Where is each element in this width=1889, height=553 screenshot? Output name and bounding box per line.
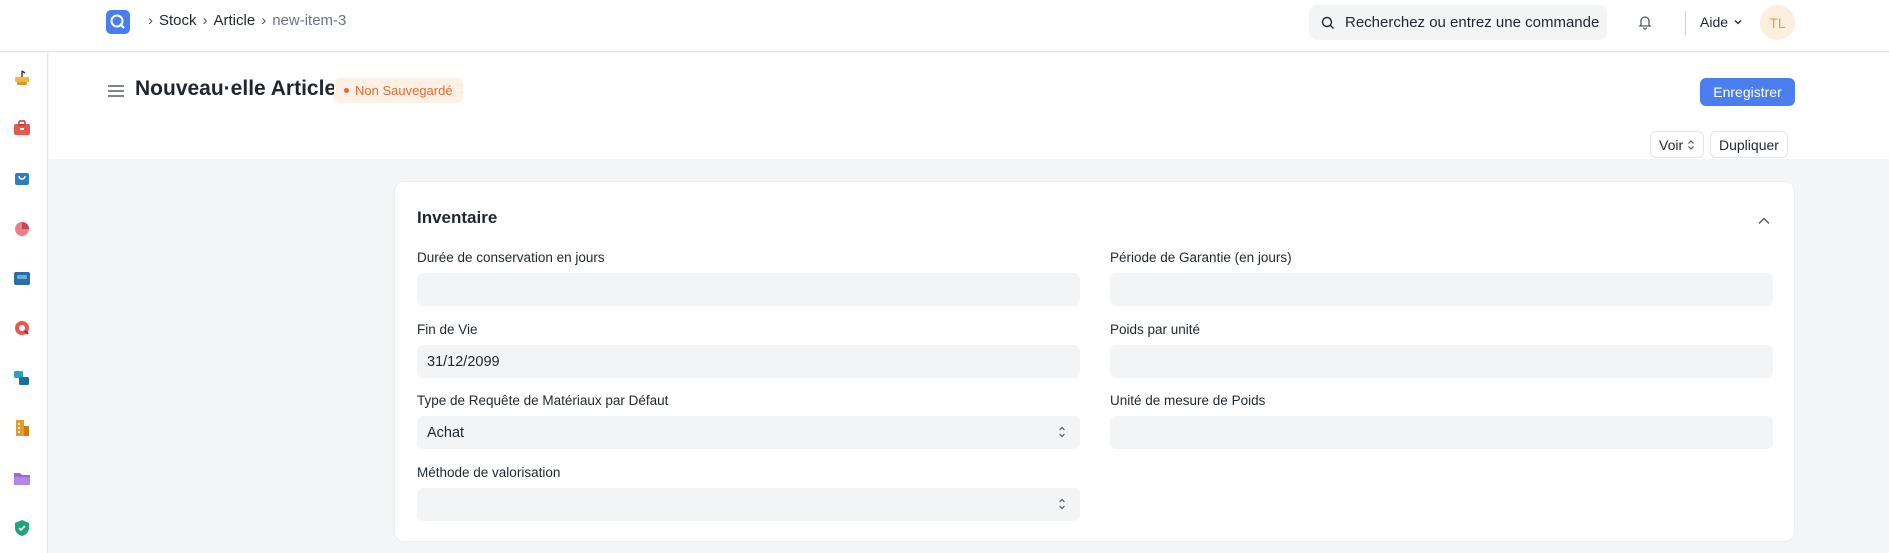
- shelf-life-label: Durée de conservation en jours: [417, 250, 605, 265]
- chevron-down-icon: [1734, 20, 1742, 25]
- building-icon[interactable]: [12, 418, 32, 438]
- menu-toggle-icon[interactable]: [108, 84, 124, 103]
- shopping-bag-icon[interactable]: [12, 168, 32, 188]
- breadcrumb-article[interactable]: Article: [214, 12, 256, 29]
- chevron-right-icon: ›: [261, 12, 267, 29]
- warranty-label: Période de Garantie (en jours): [1110, 250, 1292, 265]
- sidebar: [0, 53, 48, 553]
- view-button[interactable]: Voir: [1650, 131, 1705, 158]
- shelf-life-field[interactable]: [417, 273, 1080, 306]
- breadcrumb-stock[interactable]: Stock: [159, 12, 197, 29]
- top-navbar: › Stock › Article › new-item-3 Recherche…: [0, 0, 1889, 52]
- material-request-type-value: Achat: [427, 424, 465, 441]
- support-icon[interactable]: [12, 318, 32, 338]
- page-header: Nouveau·elle Article Non Sauvegardé Enre…: [49, 53, 1889, 159]
- weight-uom-label: Unité de mesure de Poids: [1110, 393, 1266, 408]
- warranty-field[interactable]: [1110, 273, 1773, 306]
- chevron-up-icon[interactable]: [1758, 212, 1770, 230]
- shield-icon[interactable]: [12, 518, 32, 538]
- inbox-icon[interactable]: [12, 268, 32, 288]
- select-arrows-icon: [1688, 139, 1695, 150]
- valuation-method-select[interactable]: [417, 488, 1080, 521]
- valuation-method-label: Méthode de valorisation: [417, 465, 561, 480]
- status-dot-icon: [344, 88, 349, 93]
- weight-uom-field[interactable]: [1110, 416, 1773, 449]
- page-title: Nouveau·elle Article: [135, 77, 337, 100]
- view-button-label: Voir: [1659, 136, 1684, 153]
- status-badge: Non Sauvegardé: [334, 78, 463, 103]
- help-dropdown[interactable]: Aide: [1700, 14, 1743, 30]
- end-of-life-field[interactable]: 31/12/2099: [417, 345, 1080, 378]
- chevron-right-icon: ›: [202, 12, 208, 29]
- select-arrows-icon: [1059, 498, 1065, 510]
- pie-chart-icon[interactable]: [12, 218, 32, 238]
- duplicate-button[interactable]: Dupliquer: [1710, 131, 1788, 158]
- notification-bell-icon[interactable]: [1637, 14, 1653, 35]
- toolbox-icon[interactable]: [12, 68, 32, 88]
- briefcase-icon[interactable]: [12, 118, 32, 138]
- breadcrumb-current: new-item-3: [272, 12, 347, 29]
- end-of-life-label: Fin de Vie: [417, 322, 478, 337]
- weight-per-unit-label: Poids par unité: [1110, 322, 1201, 337]
- section-title: Inventaire: [417, 208, 498, 227]
- select-arrows-icon: [1059, 426, 1065, 438]
- avatar[interactable]: TL: [1760, 5, 1795, 40]
- material-request-type-select[interactable]: Achat: [417, 416, 1080, 449]
- inventory-section: Inventaire Durée de conservation en jour…: [394, 181, 1795, 542]
- search-icon: [1321, 16, 1334, 29]
- search-placeholder: Recherchez ou entrez une commande: [1345, 14, 1600, 31]
- status-badge-label: Non Sauvegardé: [355, 83, 453, 98]
- material-request-type-label: Type de Requête de Matériaux par Défaut: [417, 393, 669, 408]
- navbar-divider: [1685, 11, 1686, 35]
- folder-icon[interactable]: [12, 468, 32, 488]
- chevron-right-icon: ›: [148, 12, 153, 29]
- weight-per-unit-field[interactable]: [1110, 345, 1773, 378]
- app-logo-icon[interactable]: [106, 10, 130, 34]
- help-label: Aide: [1700, 14, 1729, 30]
- save-button[interactable]: Enregistrer: [1700, 78, 1795, 106]
- breadcrumb: › Stock › Article › new-item-3: [142, 12, 346, 29]
- search-input[interactable]: Recherchez ou entrez une commande: [1309, 5, 1607, 40]
- stack-icon[interactable]: [12, 368, 32, 388]
